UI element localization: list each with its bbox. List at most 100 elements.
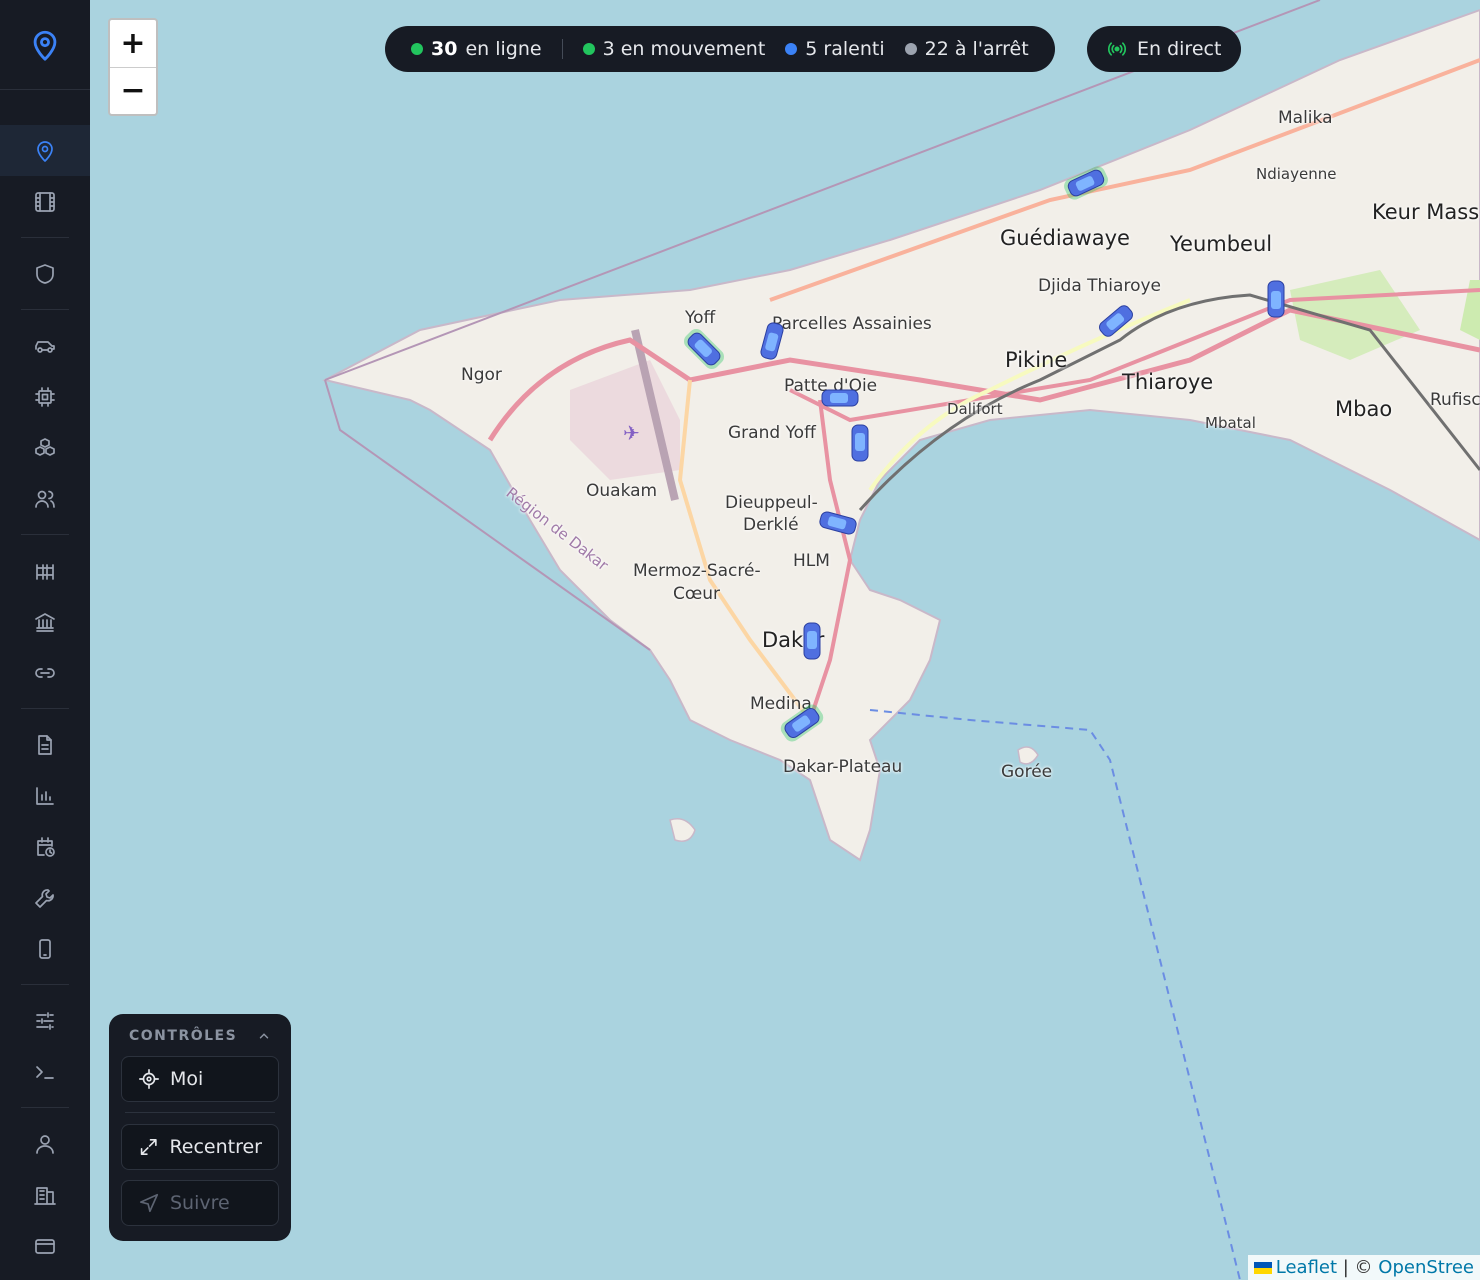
place-label: HLM	[793, 551, 830, 571]
sidebar-item-billing[interactable]	[0, 1220, 90, 1271]
fleet-status-bar: 30 en ligne 3 en mouvement 5 ralenti 22 …	[385, 26, 1055, 72]
place-label: Keur Mass	[1372, 200, 1480, 224]
online-dot-icon	[411, 43, 423, 55]
moving-label: 3 en mouvement	[602, 38, 766, 60]
divider	[125, 1112, 275, 1124]
place-label: Ngor	[461, 365, 502, 385]
controls-header[interactable]: CONTRÔLES	[121, 1028, 279, 1056]
shield-icon	[36, 263, 54, 284]
zoom-in-button[interactable]: +	[110, 20, 156, 67]
recenter-label: Recentrer	[169, 1136, 262, 1158]
sidebar-item-account[interactable]	[0, 1118, 90, 1169]
sidebar-item-settings[interactable]	[0, 995, 90, 1046]
follow-button[interactable]: Suivre	[121, 1180, 279, 1226]
vehicle-marker-stopped[interactable]	[1265, 277, 1287, 321]
bank-icon	[35, 612, 55, 632]
place-label: Mbatal	[1205, 414, 1256, 432]
attribution-separator: | ©	[1337, 1257, 1379, 1278]
location-pin-icon	[33, 30, 57, 61]
locate-me-button[interactable]: Moi	[121, 1056, 279, 1102]
locate-me-label: Moi	[170, 1068, 204, 1090]
sidebar-item-geofences[interactable]	[0, 545, 90, 596]
navigation-arrow-icon	[139, 1193, 159, 1213]
sidebar-item-vehicles[interactable]	[0, 320, 90, 371]
sidebar-item-groups[interactable]	[0, 422, 90, 473]
cubes-icon	[35, 437, 55, 456]
sidebar-item-statistics[interactable]	[0, 770, 90, 821]
zoom-out-button[interactable]: −	[110, 66, 156, 115]
online-label: en ligne	[465, 38, 542, 60]
map-view[interactable]: ✈ Malika Ndiayenne Keur Mass Guédiawaye …	[90, 0, 1480, 1280]
app-logo[interactable]	[0, 0, 90, 90]
place-label: Dieuppeul-	[725, 493, 818, 513]
leaflet-link[interactable]: Leaflet	[1276, 1257, 1337, 1278]
building-icon	[34, 1186, 56, 1205]
stopped-status[interactable]: 22 à l'arrêt	[904, 38, 1029, 60]
stopped-label: 22 à l'arrêt	[924, 38, 1029, 60]
slow-dot-icon	[785, 43, 798, 55]
sidebar-item-schedule[interactable]	[0, 821, 90, 872]
place-label: Derklé	[743, 515, 799, 535]
credit-card-icon	[35, 1238, 55, 1254]
chevron-up-icon	[259, 1033, 269, 1039]
sliders-icon	[36, 1011, 54, 1030]
live-indicator[interactable]: En direct	[1087, 26, 1242, 72]
sidebar-item-reports[interactable]	[0, 719, 90, 770]
terminal-icon	[36, 1065, 54, 1079]
slow-status[interactable]: 5 ralenti	[785, 38, 885, 60]
vehicle-marker-stopped[interactable]	[818, 387, 862, 409]
place-label: Yeumbeul	[1170, 232, 1273, 256]
sidebar-item-security[interactable]	[0, 248, 90, 299]
sidebar-item-devices[interactable]	[0, 371, 90, 422]
place-label: Yoff	[685, 308, 716, 328]
place-label: Gorée	[1001, 762, 1053, 782]
link-icon	[35, 667, 55, 678]
sidebar-item-integrations[interactable]	[0, 647, 90, 698]
controls-title: CONTRÔLES	[129, 1028, 238, 1044]
moving-status[interactable]: 3 en mouvement	[582, 38, 766, 60]
online-count: 30	[431, 38, 458, 60]
divider	[561, 39, 563, 59]
slow-label: 5 ralenti	[805, 38, 885, 60]
sidebar-item-organizations[interactable]	[0, 596, 90, 647]
ukraine-flag-icon	[1253, 1262, 1272, 1274]
sidebar-item-drivers[interactable]	[0, 473, 90, 524]
place-label: Mbao	[1335, 397, 1393, 421]
place-label: Cœur	[673, 584, 721, 604]
place-label: Dakar-Plateau	[783, 757, 903, 777]
online-status: 30 en ligne	[411, 38, 542, 60]
osm-link[interactable]: OpenStree	[1378, 1257, 1474, 1278]
live-label: En direct	[1137, 38, 1222, 60]
sidebar-item-company[interactable]	[0, 1169, 90, 1220]
vehicle-marker-stopped[interactable]	[849, 421, 871, 465]
expand-icon	[140, 1139, 157, 1155]
place-label: Malika	[1278, 108, 1333, 128]
wrench-icon	[35, 888, 54, 908]
users-icon	[35, 490, 55, 508]
sidebar-item-map[interactable]	[0, 125, 90, 176]
location-pin-icon	[37, 140, 53, 162]
sidebar-item-console[interactable]	[0, 1046, 90, 1097]
place-label: Parcelles Assainies	[772, 314, 932, 334]
follow-label: Suivre	[170, 1192, 230, 1214]
place-label: Mermoz-Sacré-	[633, 561, 761, 581]
calendar-clock-icon	[37, 836, 55, 857]
vehicle-marker-stopped[interactable]	[801, 619, 823, 663]
tablet-icon	[39, 938, 51, 959]
recenter-button[interactable]: Recentrer	[121, 1124, 279, 1170]
moving-dot-icon	[582, 43, 595, 55]
sidebar-item-mobile[interactable]	[0, 923, 90, 974]
zoom-control: + −	[108, 18, 158, 116]
place-label: Thiaroye	[1122, 370, 1214, 394]
place-label: Ouakam	[586, 481, 658, 501]
barrier-icon	[36, 563, 54, 580]
controls-panel: CONTRÔLES Moi Recentrer Suivre	[109, 1014, 291, 1241]
sidebar-item-videos[interactable]	[0, 176, 90, 227]
place-label: Grand Yoff	[728, 423, 816, 443]
stopped-dot-icon	[904, 43, 917, 55]
sidebar	[0, 0, 90, 1280]
place-label: Dalifort	[947, 400, 1003, 418]
svg-text:✈: ✈	[623, 421, 640, 445]
sidebar-item-maintenance[interactable]	[0, 872, 90, 923]
document-icon	[38, 734, 52, 755]
